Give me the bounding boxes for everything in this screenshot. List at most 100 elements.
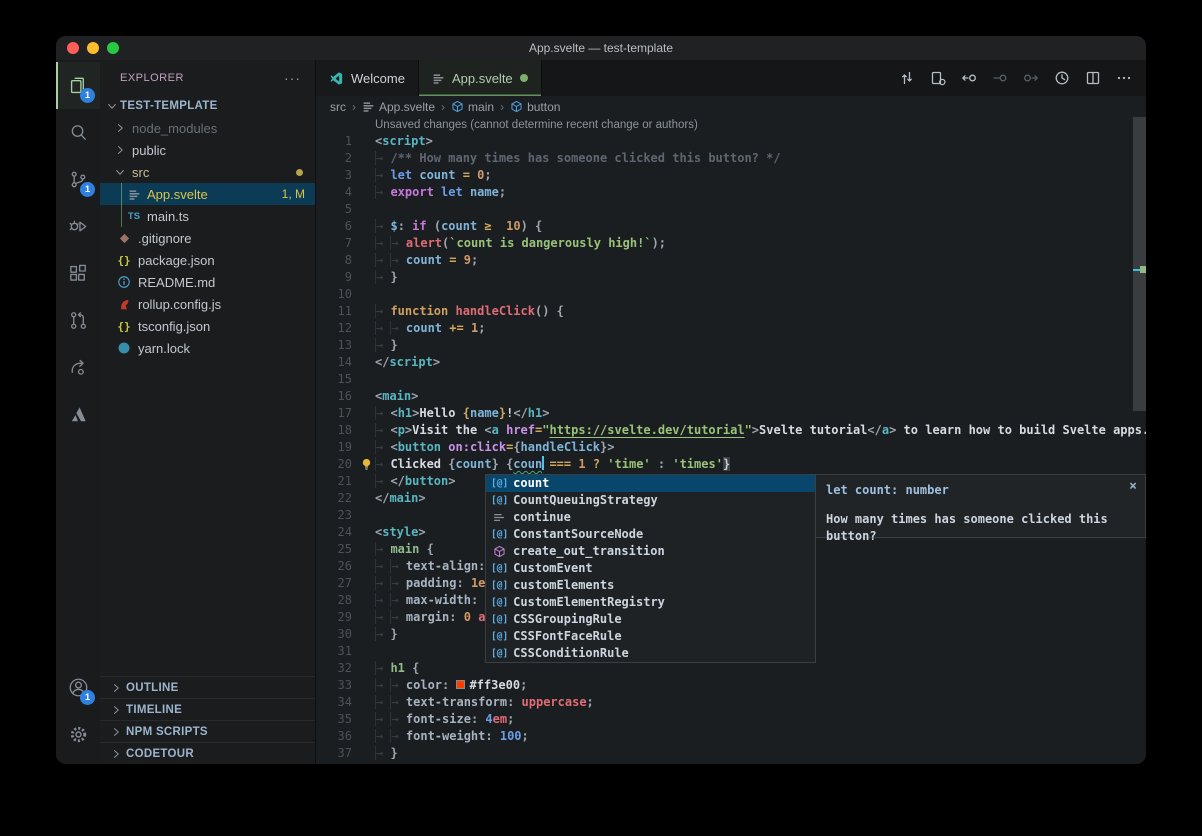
yarn-icon <box>116 341 132 355</box>
file-row-main-ts[interactable]: TSmain.ts <box>100 205 315 227</box>
gutter-spacer <box>360 405 375 422</box>
code-line-34[interactable]: 34→ → text-transform: uppercase; <box>316 694 1146 711</box>
code-line-7[interactable]: 7→ → alert(`count is dangerously high!`)… <box>316 235 1146 252</box>
sidebar-panel-outline[interactable]: OUTLINE <box>100 676 315 698</box>
folder-row-public[interactable]: public <box>100 139 315 161</box>
code-line-3[interactable]: 3→ let count = 0; <box>316 167 1146 184</box>
workspace-section-header[interactable]: TEST-TEMPLATE <box>100 95 315 117</box>
suggest-item-customelementregistry[interactable]: [@]CustomElementRegistry <box>486 594 815 611</box>
suggest-item-create_out_transition[interactable]: create_out_transition <box>486 543 815 560</box>
split-editor-icon[interactable] <box>1085 70 1101 86</box>
code-line-33[interactable]: 33→ → color: #ff3e00; <box>316 677 1146 694</box>
previous-change-icon[interactable] <box>961 70 977 86</box>
tab-whitespace-arrow: → <box>375 304 390 318</box>
sidebar-panel-codetour[interactable]: CODETOUR <box>100 742 315 764</box>
code-line-5[interactable]: 5 <box>316 201 1146 218</box>
more-actions-icon[interactable] <box>1116 70 1132 86</box>
sidebar-panel-npm-scripts[interactable]: NPM SCRIPTS <box>100 720 315 742</box>
code-line-16[interactable]: 16<main> <box>316 388 1146 405</box>
file-history-icon[interactable] <box>1054 70 1070 86</box>
activity-bar-item-azure[interactable] <box>56 391 100 438</box>
code-line-15[interactable]: 15 <box>316 371 1146 388</box>
sidebar-panel-timeline[interactable]: TIMELINE <box>100 698 315 720</box>
suggest-item-constantsourcenode[interactable]: [@]ConstantSourceNode <box>486 526 815 543</box>
suggest-label: CountQueuingStrategy <box>513 492 658 509</box>
line-number: 26 <box>316 558 360 575</box>
code-line-10[interactable]: 10 <box>316 286 1146 303</box>
breadcrumb-item-main[interactable]: main <box>451 100 494 114</box>
breadcrumb-item-src[interactable]: src <box>330 100 346 114</box>
code-line-18[interactable]: 18→ <p>Visit the <a href="https://svelte… <box>316 422 1146 439</box>
code-line-8[interactable]: 8→ → count = 9; <box>316 252 1146 269</box>
file-row-tsconfig-json[interactable]: {}tsconfig.json <box>100 315 315 337</box>
code-line-19[interactable]: 19→ <button on:click={handleClick}> <box>316 439 1146 456</box>
suggest-item-cssconditionrule[interactable]: [@]CSSConditionRule <box>486 645 815 662</box>
code-text: → <h1>Hello {name}!</h1> <box>375 405 1146 422</box>
code-line-17[interactable]: 17→ <h1>Hello {name}!</h1> <box>316 405 1146 422</box>
token: uppercase <box>522 695 587 709</box>
activity-bar-item-search[interactable] <box>56 109 100 156</box>
suggest-item-count[interactable]: [@]count <box>486 475 815 492</box>
suggest-item-customelements[interactable]: [@]customElements <box>486 577 815 594</box>
token: ; <box>484 168 491 182</box>
token: #ff3e00 <box>469 678 520 692</box>
file-row--gitignore[interactable]: .gitignore <box>100 227 315 249</box>
activity-bar-item-source-control[interactable]: 1 <box>56 156 100 203</box>
tab-whitespace-arrow: → <box>390 678 405 692</box>
tab-app-svelte[interactable]: App.svelte <box>419 60 542 96</box>
file-label: tsconfig.json <box>138 319 210 334</box>
compare-changes-icon[interactable] <box>899 70 915 86</box>
breadcrumb-item-app-svelte[interactable]: App.svelte <box>362 100 435 114</box>
scrollbar[interactable] <box>1133 117 1146 411</box>
code-line-4[interactable]: 4→ export let name; <box>316 184 1146 201</box>
activity-bar-item-live-share[interactable] <box>56 344 100 391</box>
activity-bar-item-settings[interactable] <box>56 711 100 758</box>
badge: 1 <box>80 88 95 103</box>
folder-row-src[interactable]: src <box>100 161 315 183</box>
suggest-item-cssfontfacerule[interactable]: [@]CSSFontFaceRule <box>486 628 815 645</box>
suggest-item-continue[interactable]: continue <box>486 509 815 526</box>
line-number: 32 <box>316 660 360 677</box>
file-row-readme-md[interactable]: README.md <box>100 271 315 293</box>
file-row-yarn-lock[interactable]: yarn.lock <box>100 337 315 359</box>
maximize-button[interactable] <box>107 42 119 54</box>
suggest-item-countqueuingstrategy[interactable]: [@]CountQueuingStrategy <box>486 492 815 509</box>
activity-bar-item-extensions[interactable] <box>56 250 100 297</box>
token: 1 <box>578 457 585 471</box>
suggest-item-cssgroupingrule[interactable]: [@]CSSGroupingRule <box>486 611 815 628</box>
more-actions-icon[interactable]: ··· <box>284 70 301 86</box>
open-changes-icon[interactable] <box>930 70 946 86</box>
tab-welcome[interactable]: Welcome <box>316 60 419 96</box>
center-change-icon[interactable] <box>992 70 1008 86</box>
code-line-36[interactable]: 36→ → font-weight: 100; <box>316 728 1146 745</box>
activity-bar-item-explorer[interactable]: 1 <box>56 62 100 109</box>
file-row-package-json[interactable]: {}package.json <box>100 249 315 271</box>
next-change-icon[interactable] <box>1023 70 1039 86</box>
code-line-1[interactable]: 1<script> <box>316 133 1146 150</box>
code-line-6[interactable]: 6→ $: if (count ≥ 10) { <box>316 218 1146 235</box>
code-line-14[interactable]: 14</script> <box>316 354 1146 371</box>
minimize-button[interactable] <box>87 42 99 54</box>
code-line-13[interactable]: 13→ } <box>316 337 1146 354</box>
explorer-title: EXPLORER <box>120 72 184 84</box>
activity-bar-item-accounts[interactable]: 1 <box>56 664 100 711</box>
code-line-35[interactable]: 35→ → font-size: 4em; <box>316 711 1146 728</box>
code-editor[interactable]: Unsaved changes (cannot determine recent… <box>316 117 1146 764</box>
close-button[interactable] <box>67 42 79 54</box>
file-row-app-svelte[interactable]: App.svelte1, M <box>100 183 315 205</box>
code-line-12[interactable]: 12→ → count += 1; <box>316 320 1146 337</box>
code-line-37[interactable]: 37→ } <box>316 745 1146 762</box>
token: text-align <box>406 559 478 573</box>
file-row-rollup-config-js[interactable]: rollup.config.js <box>100 293 315 315</box>
code-text: → } <box>375 269 1146 286</box>
code-line-2[interactable]: 2→ /** How many times has someone clicke… <box>316 150 1146 167</box>
folder-row-node-modules[interactable]: node_modules <box>100 117 315 139</box>
code-line-20[interactable]: 20→ Clicked {count} {coun === 1 ? 'time'… <box>316 456 1146 473</box>
breadcrumb-item-button[interactable]: button <box>510 100 560 114</box>
code-line-9[interactable]: 9→ } <box>316 269 1146 286</box>
activity-bar-item-run-and-debug[interactable] <box>56 203 100 250</box>
activity-bar-item-github-pull-requests[interactable] <box>56 297 100 344</box>
code-line-11[interactable]: 11→ function handleClick() { <box>316 303 1146 320</box>
suggest-item-customevent[interactable]: [@]CustomEvent <box>486 560 815 577</box>
close-icon[interactable]: × <box>1129 478 1137 495</box>
